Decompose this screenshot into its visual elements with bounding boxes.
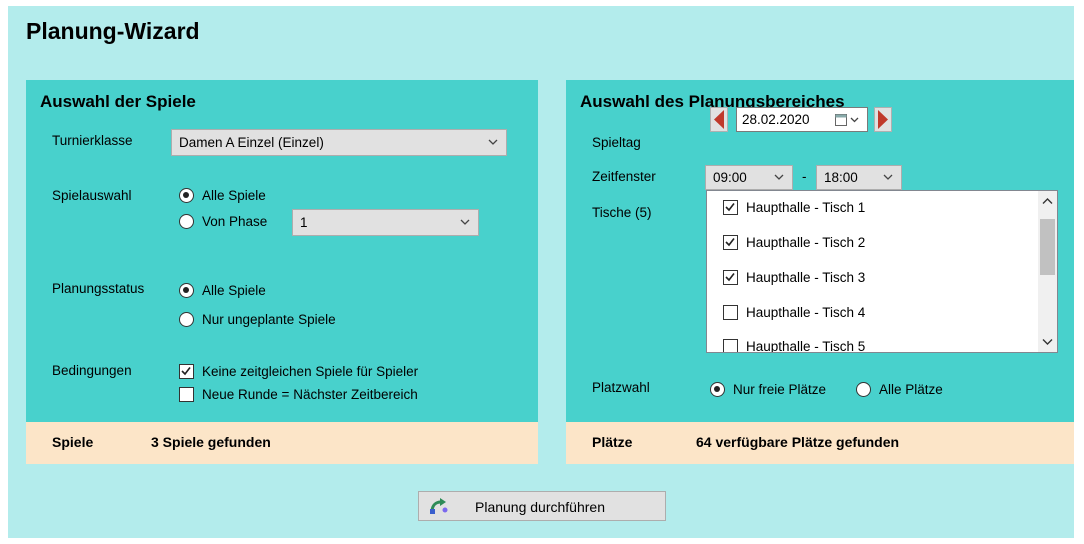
- table-item[interactable]: Haupthalle - Tisch 4: [723, 305, 865, 320]
- games-summary-label: Spiele: [52, 434, 94, 450]
- previous-day-button[interactable]: [710, 107, 728, 132]
- games-selection-panel: Auswahl der Spiele Turnierklasse Damen A…: [26, 80, 538, 464]
- checkmark-icon: [725, 238, 735, 247]
- checkbox-box: [723, 339, 738, 352]
- checkbox-box: [723, 200, 738, 215]
- match-day-date-picker[interactable]: 28.02.2020: [736, 107, 868, 132]
- radio-status-all[interactable]: Alle Spiele: [179, 283, 266, 298]
- radio-indicator: [179, 312, 194, 327]
- table-item[interactable]: Haupthalle - Tisch 3: [723, 270, 865, 285]
- seat-choice-label: Platzwahl: [592, 380, 650, 395]
- tables-scrollbar[interactable]: [1038, 191, 1057, 352]
- arrow-right-icon: [878, 110, 888, 129]
- planning-area-panel: Auswahl des Planungsbereiches Spieltag 2…: [566, 80, 1074, 464]
- checkmark-icon: [725, 203, 735, 212]
- radio-free-seats-label: Nur freie Plätze: [733, 382, 827, 397]
- radio-indicator: [710, 382, 725, 397]
- chevron-down-icon: [460, 219, 470, 225]
- calendar-dropdown-icon: [835, 114, 859, 126]
- checkmark-icon: [725, 273, 735, 282]
- wizard-window: Planung-Wizard Auswahl der Spiele Turnie…: [8, 6, 1074, 538]
- table-item[interactable]: Haupthalle - Tisch 5: [723, 339, 866, 353]
- match-day-date-value: 28.02.2020: [742, 112, 810, 127]
- radio-indicator: [856, 382, 871, 397]
- run-planning-label: Planung durchführen: [475, 499, 605, 515]
- checkbox-box: [723, 270, 738, 285]
- checkbox-box: [179, 387, 194, 402]
- tournament-class-label: Turnierklasse: [52, 133, 133, 148]
- phase-dropdown[interactable]: 1: [292, 209, 479, 236]
- next-day-button[interactable]: [874, 107, 892, 132]
- chevron-down-icon: [774, 174, 784, 180]
- table-item[interactable]: Haupthalle - Tisch 1: [723, 200, 865, 215]
- tournament-class-value: Damen A Einzel (Einzel): [179, 135, 324, 150]
- checkmark-icon: [181, 367, 191, 376]
- radio-indicator: [179, 214, 194, 229]
- checkbox-box: [723, 305, 738, 320]
- time-to-dropdown[interactable]: 18:00: [816, 165, 902, 190]
- games-summary-bar: Spiele 3 Spiele gefunden: [26, 422, 538, 464]
- checkbox-new-round-label: Neue Runde = Nächster Zeitbereich: [202, 387, 418, 402]
- arrow-left-icon: [714, 110, 724, 129]
- scroll-down-icon: [1042, 339, 1053, 345]
- scroll-up-icon: [1042, 198, 1053, 204]
- match-day-label: Spieltag: [592, 135, 641, 150]
- table-item-label: Haupthalle - Tisch 2: [746, 235, 866, 250]
- tables-checklist[interactable]: Haupthalle - Tisch 1 Haupthalle - Tisch …: [706, 190, 1058, 353]
- radio-from-phase-label: Von Phase: [202, 214, 268, 229]
- checkbox-no-simultaneous-label: Keine zeitgleichen Spiele für Spieler: [202, 364, 419, 379]
- checkbox-box: [179, 364, 194, 379]
- table-item-label: Haupthalle - Tisch 3: [746, 270, 866, 285]
- radio-free-seats[interactable]: Nur freie Plätze: [710, 382, 826, 397]
- radio-status-unplanned-label: Nur ungeplante Spiele: [202, 312, 336, 327]
- checkbox-new-round-next-slot[interactable]: Neue Runde = Nächster Zeitbereich: [179, 387, 418, 402]
- seats-summary-bar: Plätze 64 verfügbare Plätze gefunden: [566, 422, 1074, 464]
- radio-all-seats-label: Alle Plätze: [879, 382, 943, 397]
- planning-status-label: Planungsstatus: [52, 281, 145, 296]
- tables-label: Tische (5): [592, 205, 652, 220]
- table-item-label: Haupthalle - Tisch 1: [746, 200, 866, 215]
- scrollbar-thumb[interactable]: [1040, 219, 1055, 275]
- time-to-value: 18:00: [824, 170, 858, 185]
- chevron-down-icon: [883, 174, 893, 180]
- games-panel-heading: Auswahl der Spiele: [40, 92, 196, 111]
- radio-all-games[interactable]: Alle Spiele: [179, 188, 266, 203]
- radio-status-unplanned[interactable]: Nur ungeplante Spiele: [179, 312, 336, 327]
- checkbox-box: [723, 235, 738, 250]
- table-item-label: Haupthalle - Tisch 5: [746, 339, 866, 353]
- phase-value: 1: [300, 215, 308, 230]
- conditions-label: Bedingungen: [52, 363, 132, 378]
- table-item-label: Haupthalle - Tisch 4: [746, 305, 866, 320]
- run-planning-button[interactable]: Planung durchführen: [418, 491, 666, 521]
- games-found-count: 3 Spiele gefunden: [151, 434, 271, 450]
- time-from-dropdown[interactable]: 09:00: [705, 165, 793, 190]
- radio-status-all-label: Alle Spiele: [202, 283, 266, 298]
- tournament-class-dropdown[interactable]: Damen A Einzel (Einzel): [171, 129, 507, 156]
- time-from-value: 09:00: [713, 170, 747, 185]
- table-item[interactable]: Haupthalle - Tisch 2: [723, 235, 865, 250]
- time-separator: -: [802, 169, 807, 184]
- radio-all-games-label: Alle Spiele: [202, 188, 266, 203]
- time-window-label: Zeitfenster: [592, 169, 656, 184]
- radio-indicator: [179, 283, 194, 298]
- checkbox-no-simultaneous-games[interactable]: Keine zeitgleichen Spiele für Spieler: [179, 364, 418, 379]
- chevron-down-icon: [488, 139, 498, 145]
- seats-summary-label: Plätze: [592, 434, 633, 450]
- window-title: Planung-Wizard: [26, 18, 200, 44]
- radio-indicator: [179, 188, 194, 203]
- radio-from-phase[interactable]: Von Phase: [179, 214, 267, 229]
- radio-all-seats[interactable]: Alle Plätze: [856, 382, 943, 397]
- seats-found-count: 64 verfügbare Plätze gefunden: [696, 434, 900, 450]
- game-selection-label: Spielauswahl: [52, 188, 132, 203]
- run-wizard-icon: [430, 498, 448, 514]
